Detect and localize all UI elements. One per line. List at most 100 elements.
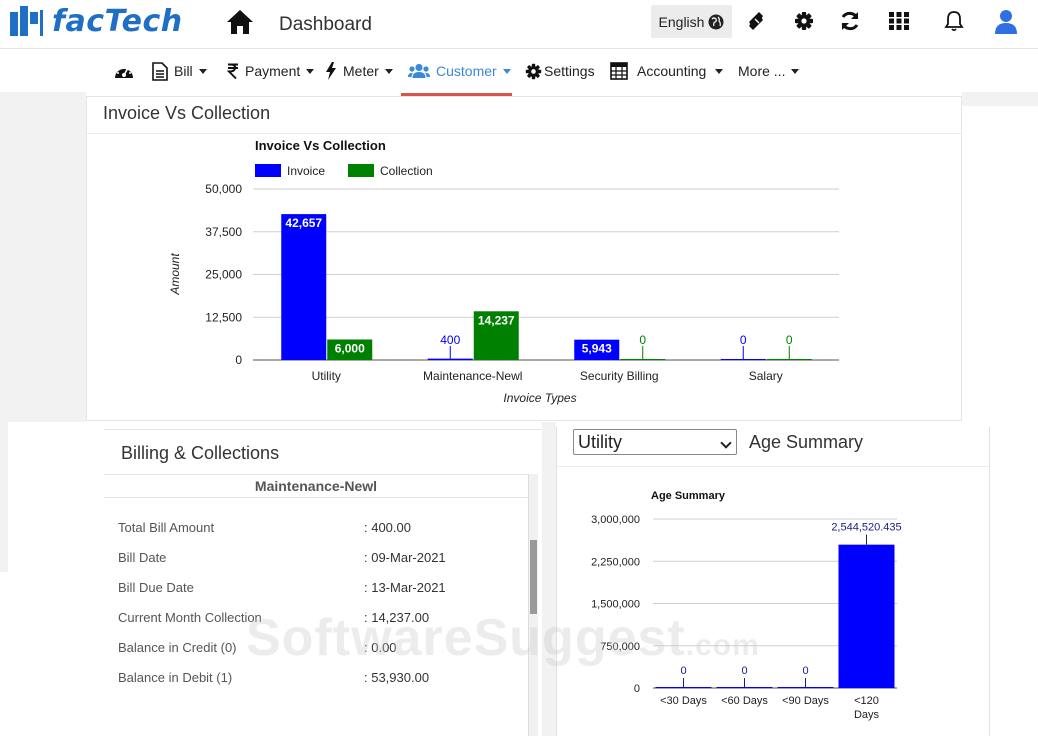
legend-swatch [348,164,374,177]
data-label: 14,237 [478,313,515,327]
middle-gutter [542,422,556,736]
x-tick-label: Utility [312,369,341,383]
nav-more-label: More ... [738,63,786,79]
home-icon[interactable] [226,9,254,35]
billing-row: Total Bill Amount: 400.00 [118,520,528,540]
billing-row-label: Balance in Debit (1) [118,670,233,685]
nav-settings-label: Settings [544,63,595,79]
y-tick-label: 0 [634,683,640,695]
user-avatar-icon[interactable] [994,9,1018,35]
bar [281,214,327,360]
legend-label: Invoice [287,164,325,178]
left-gutter-lower [0,422,8,572]
right-gutter [962,92,1038,106]
gear-icon[interactable] [793,10,815,32]
nav-more[interactable]: More ... [738,49,800,93]
nav-bill[interactable]: Bill [152,49,207,93]
bar [766,359,812,360]
nav-payment-label: Payment [245,63,301,79]
y-axis-label: Amount [168,253,182,296]
nav-customer[interactable]: Customer [408,49,511,93]
chevron-down-icon [384,68,393,74]
page-title: Dashboard [279,14,372,35]
chevron-down-icon [720,437,732,449]
bar [777,687,834,688]
billing-row-value: : 400.00 [364,520,411,535]
globe-icon [708,14,724,29]
billing-row-label: Current Month Collection [118,610,262,625]
document-icon [152,61,168,81]
billing-row-label: Bill Due Date [118,580,194,595]
invoice-type-heading: Maintenance-Newl [104,474,528,498]
bar [620,359,666,360]
billing-row-value: : 13-Mar-2021 [364,580,446,595]
nav-bill-label: Bill [174,63,193,79]
billing-row-value: : 14,237.00 [364,610,430,625]
data-label: 0 [741,665,747,677]
card-title: Invoice Vs Collection [103,103,271,123]
legend-swatch [255,164,281,177]
bar [720,359,766,360]
y-tick-label: 0 [235,353,242,367]
invoice-type-select[interactable]: Utility [573,429,737,455]
ticket-icon[interactable] [746,10,768,32]
y-tick-label: 2,250,000 [591,556,640,568]
data-label: 0 [802,665,808,677]
x-axis-label: Invoice Types [503,391,576,405]
bar [838,544,895,688]
apps-grid-icon[interactable] [888,10,910,32]
legend-label: Collection [380,164,433,178]
x-tick-label: Salary [749,369,783,383]
billing-row-value: : 0.00 [364,640,397,655]
card-title: Age Summary [749,432,864,452]
top-bar: facTech Dashboard English [0,0,1038,48]
data-label: 0 [740,333,747,347]
data-label: 6,000 [335,341,365,355]
billing-row: Bill Date : 09-Mar-2021 [118,550,528,570]
billing-row: Current Month Collection : 14,237.00 [118,610,528,630]
chart-title: Invoice Vs Collection [255,138,386,153]
data-label: 2,544,520.435 [831,522,901,534]
nav-accounting[interactable]: Accounting [610,49,724,93]
lightning-icon [326,62,336,80]
bell-icon[interactable] [943,10,965,32]
nav-dashboard[interactable] [114,49,134,93]
nav-settings[interactable]: Settings [525,49,595,93]
data-label: 0 [639,333,646,347]
bar [427,358,473,360]
billing-row-value: : 53,930.00 [364,670,430,685]
billing-row-value: : 09-Mar-2021 [364,550,446,565]
billing-collections-card: Billing & Collections Maintenance-Newl T… [104,429,542,736]
billing-row-label: Bill Date [118,550,167,565]
card-title: Billing & Collections [121,443,280,463]
calculator-icon [610,62,628,80]
language-selector[interactable]: English [651,5,732,38]
y-tick-label: 25,000 [205,268,242,282]
nav-accounting-label: Accounting [637,63,707,79]
y-tick-label: 750,000 [600,641,640,653]
left-gutter [0,92,86,422]
chevron-down-icon [198,68,207,74]
refresh-icon[interactable] [839,10,861,32]
chevron-down-icon [715,68,724,74]
x-tick-label: <60 Days [721,695,768,707]
language-label: English [658,13,705,30]
billing-row: Bill Due Date : 13-Mar-2021 [118,580,528,600]
data-label: 42,657 [285,216,322,230]
factech-logo[interactable]: facTech [10,3,183,39]
data-label: 0 [680,665,686,677]
nav-customer-label: Customer [436,63,497,79]
dashboard-gauge-icon [115,66,133,78]
gear-icon [525,63,542,79]
data-label: 0 [786,333,793,347]
nav-meter[interactable]: Meter [325,49,393,93]
x-tick-label-line2: Days [854,709,880,721]
nav-payment[interactable]: Payment [227,49,315,93]
logo-text: facTech [52,3,183,39]
invoice-collection-chart: Invoice Vs Collection Invoice Collection 0 1… [168,138,839,405]
bar [655,687,712,688]
data-label: 400 [440,333,460,347]
scrollbar-thumb[interactable] [530,540,537,614]
x-tick-label: <120 [854,695,879,707]
divider [557,466,989,467]
